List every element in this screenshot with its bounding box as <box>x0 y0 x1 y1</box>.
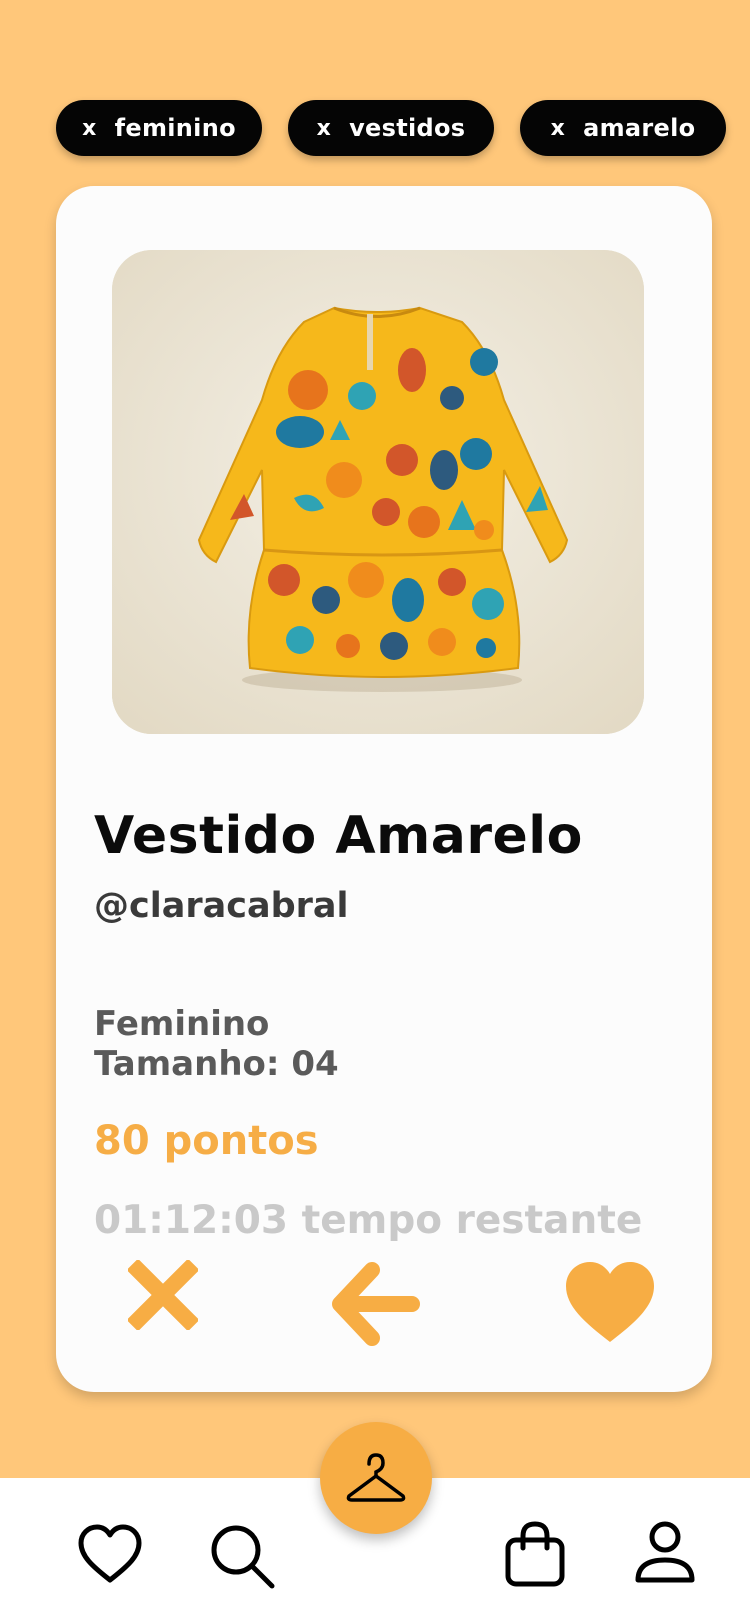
hanger-icon <box>346 1453 406 1502</box>
item-size: Tamanho: 04 <box>94 1044 339 1084</box>
filter-chip-amarelo[interactable]: x amarelo <box>520 100 726 156</box>
item-points: 80 pontos <box>94 1118 319 1164</box>
user-icon <box>635 1521 695 1583</box>
close-icon <box>126 1258 200 1332</box>
nav-favorites[interactable] <box>78 1524 142 1584</box>
nav-bag[interactable] <box>504 1520 566 1588</box>
item-title: Vestido Amarelo <box>94 806 583 866</box>
nav-profile[interactable] <box>634 1520 696 1586</box>
like-button[interactable] <box>564 1260 656 1344</box>
shopping-bag-icon <box>505 1521 565 1587</box>
filter-chip-feminino[interactable]: x feminino <box>56 100 262 156</box>
reject-button[interactable] <box>126 1258 200 1332</box>
filter-chip-vestidos[interactable]: x vestidos <box>288 100 494 156</box>
remove-filter-icon[interactable]: x <box>317 116 332 141</box>
item-owner-handle[interactable]: @claracabral <box>94 886 349 926</box>
filter-chip-label: feminino <box>114 114 236 142</box>
remove-filter-icon[interactable]: x <box>82 116 97 141</box>
product-photo <box>112 250 644 734</box>
filter-chip-label: amarelo <box>583 114 696 142</box>
remove-filter-icon[interactable]: x <box>551 116 566 141</box>
search-icon <box>211 1525 275 1589</box>
product-card[interactable]: Vestido Amarelo @claracabral Feminino Ta… <box>56 186 712 1392</box>
heart-icon <box>566 1262 654 1342</box>
arrow-left-icon <box>332 1262 420 1346</box>
filter-chip-label: vestidos <box>349 114 466 142</box>
closet-button[interactable] <box>320 1422 432 1534</box>
back-button[interactable] <box>332 1262 420 1346</box>
dress-image <box>112 250 644 734</box>
heart-outline-icon <box>78 1524 142 1583</box>
item-time-left: 01:12:03 tempo restante <box>94 1198 643 1243</box>
item-category: Feminino <box>94 1004 270 1044</box>
nav-search[interactable] <box>208 1522 276 1590</box>
